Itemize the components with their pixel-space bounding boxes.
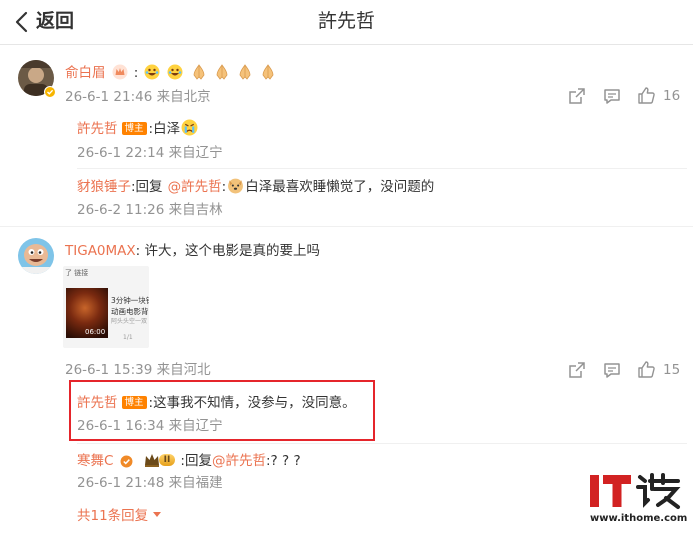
level-pill: II [158,454,176,466]
like-icon[interactable] [637,360,656,379]
more-replies-link[interactable]: 共11条回复 [77,507,162,525]
reply-meta: 26-6-1 16:34 来自辽宁 [77,418,223,434]
username-link[interactable]: 俞白眉 [65,65,106,81]
comment-body: 俞白眉 : [65,62,277,82]
video-duration: 06:00 [85,328,106,336]
avatar[interactable] [18,238,54,274]
comment-icon[interactable] [603,87,621,105]
crown-badge-icon [112,64,128,80]
reply-item: 許先哲 博主:这事我不知情，没参与，没同意。 [77,395,356,411]
praying-hands-emoji-icon [216,64,228,80]
divider [77,168,687,169]
verified-icon [120,455,132,468]
verified-icon [44,86,56,98]
blogger-badge: 博主 [121,122,147,135]
laugh-cry-emoji-icon [167,64,183,80]
username-link[interactable]: 許先哲 [77,395,118,411]
praying-hands-emoji-icon [193,64,204,80]
reply-meta: 26-6-2 11:26 来自吉林 [77,202,223,218]
crown-icon [144,454,159,467]
reply-item: 許先哲 博主:白泽 [77,118,199,138]
mention-link[interactable]: @許先哲 [212,453,266,469]
blogger-badge: 博主 [121,396,147,409]
divider [77,443,687,444]
like-count: 15 [663,362,681,378]
page-title: 許先哲 [317,10,375,32]
watermark-url: www.ithome.com [590,513,688,524]
crying-face-emoji-icon [181,119,198,136]
username-link[interactable]: TIGA0MAX [65,243,136,259]
media-line-2: 动画电影背 [111,307,149,316]
praying-hands-emoji-icon [239,64,251,80]
doge-emoji-icon [228,178,244,194]
comment-meta: 26-6-1 15:39 来自河北 [65,362,211,378]
ithome-watermark: www.ithome.com [588,465,687,527]
media-line-1: 3分钟一块钱 [111,296,149,305]
praying-hands-emoji-icon [262,64,274,80]
comment-body: TIGA0MAX: 许大，这个电影是真的要上吗 [65,243,320,259]
reply-meta: 26-6-1 21:48 来自福建 [77,475,223,491]
comment-icon[interactable] [603,361,621,379]
reply-item: 豺狼锤子:回复 @許先哲: 白泽最喜欢睡懒觉了，没问题的 [77,178,435,195]
reply-meta: 26-6-1 22:14 来自辽宁 [77,145,223,161]
divider [0,226,693,227]
mention-link[interactable]: @許先哲 [168,179,222,195]
media-top-text: 了 链接 [65,269,89,277]
username-link[interactable]: 寒舞C [77,453,113,469]
like-icon[interactable] [637,86,656,105]
comment-meta: 26-6-1 21:46 来自北京 [65,89,211,105]
vip-level-badge: II [143,452,176,468]
media-page: 1/1 [123,334,133,341]
username-link[interactable]: 豺狼锤子 [77,179,131,195]
share-icon[interactable] [568,361,586,379]
media-line-3: 阿头头空一双 [111,318,148,325]
username-link[interactable]: 許先哲 [77,121,118,137]
like-count: 16 [663,88,681,104]
video-thumbnail: 06:00 [66,288,108,338]
share-icon[interactable] [568,87,586,105]
caret-down-icon [153,512,162,517]
reply-item: 寒舞C II :回复@許先哲:? ? ? [77,452,301,469]
video-preview-card[interactable]: 了 链接 06:00 3分钟一块钱 动画电影背 阿头头空一双 1/1 [63,266,149,348]
ithome-logo [590,473,681,509]
laugh-cry-emoji-icon [144,64,160,80]
